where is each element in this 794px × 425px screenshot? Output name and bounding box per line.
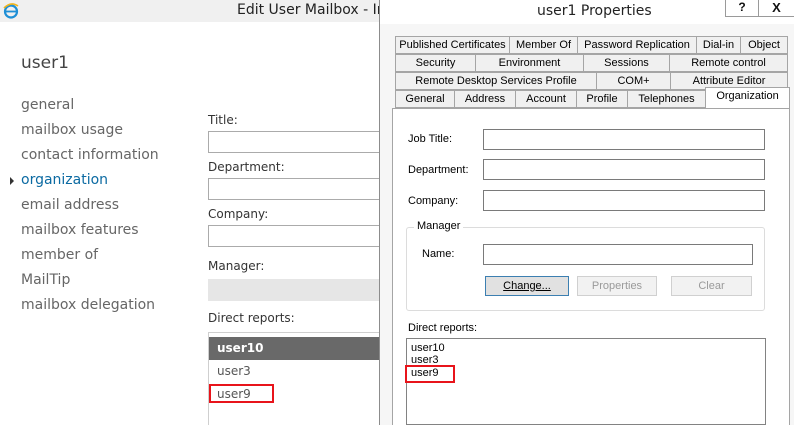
- nav-item-general[interactable]: general: [21, 97, 159, 122]
- manager-group-label: Manager: [414, 220, 464, 232]
- list-item[interactable]: user3: [209, 360, 387, 383]
- job-title-input[interactable]: [483, 129, 765, 150]
- title-label: Title:: [208, 113, 238, 127]
- help-button[interactable]: ?: [725, 0, 759, 17]
- direct-reports-label: Direct reports:: [408, 322, 478, 334]
- nav-item-contact-information[interactable]: contact information: [21, 147, 159, 172]
- title-input[interactable]: [208, 131, 388, 153]
- nav-item-member-of[interactable]: member of: [21, 247, 159, 272]
- tab-profile[interactable]: Profile: [576, 90, 628, 108]
- tab-remote-desktop-services-profile[interactable]: Remote Desktop Services Profile: [395, 72, 597, 90]
- nav-item-label: mailbox features: [21, 222, 139, 238]
- nav-item-label: contact information: [21, 147, 159, 163]
- change-button-label: Change...: [503, 280, 551, 292]
- nav-item-mailtip[interactable]: MailTip: [21, 272, 159, 297]
- department-label: Department:: [208, 160, 285, 174]
- name-label: Name:: [422, 248, 455, 260]
- dialog-title: user1 Properties: [537, 3, 652, 19]
- window-title: Edit User Mailbox - In: [237, 2, 386, 18]
- dialog-title-bar: user1 Properties ? X: [380, 0, 794, 24]
- tab-published-certificates[interactable]: Published Certificates: [395, 36, 510, 54]
- tab-dial-in[interactable]: Dial-in: [696, 36, 741, 54]
- list-item[interactable]: user10: [209, 337, 387, 360]
- tab-member-of[interactable]: Member Of: [509, 36, 578, 54]
- department-label: Department:: [408, 164, 469, 176]
- tab-organization[interactable]: Organization: [705, 87, 790, 108]
- nav-item-mailbox-features[interactable]: mailbox features: [21, 222, 159, 247]
- section-nav: general mailbox usage contact informatio…: [10, 97, 159, 322]
- close-button[interactable]: X: [759, 0, 794, 17]
- nav-item-label: mailbox delegation: [21, 297, 156, 313]
- direct-reports-list: user10 user3 user9: [406, 338, 766, 425]
- manager-field[interactable]: [208, 279, 388, 301]
- user-properties-dialog: user1 Properties ? X Published Certifica…: [379, 0, 794, 425]
- tab-telephones[interactable]: Telephones: [627, 90, 706, 108]
- tab-general[interactable]: General: [395, 90, 455, 108]
- tab-sessions[interactable]: Sessions: [583, 54, 670, 72]
- change-button[interactable]: Change...: [485, 276, 569, 296]
- nav-item-mailbox-usage[interactable]: mailbox usage: [21, 122, 159, 147]
- tab-security[interactable]: Security: [395, 54, 476, 72]
- highlight-box: [209, 384, 274, 403]
- manager-name-input[interactable]: [483, 244, 753, 265]
- tab-object[interactable]: Object: [740, 36, 788, 54]
- department-input[interactable]: [483, 159, 765, 180]
- nav-item-label: organization: [21, 172, 109, 188]
- ie-icon: [3, 3, 19, 19]
- job-title-label: Job Title:: [408, 133, 453, 145]
- tab-com-plus[interactable]: COM+: [596, 72, 671, 90]
- nav-item-label: email address: [21, 197, 120, 213]
- company-label: Company:: [208, 207, 269, 221]
- company-input[interactable]: [208, 225, 388, 247]
- nav-item-label: member of: [21, 247, 99, 263]
- company-input[interactable]: [483, 190, 765, 211]
- nav-item-label: MailTip: [21, 272, 71, 288]
- company-label: Company:: [408, 195, 459, 207]
- manager-label: Manager:: [208, 259, 265, 273]
- department-input[interactable]: [208, 178, 388, 200]
- nav-item-mailbox-delegation[interactable]: mailbox delegation: [21, 297, 159, 322]
- direct-reports-list: user10 user3 user9: [208, 332, 388, 425]
- nav-item-organization[interactable]: organization: [10, 172, 159, 197]
- nav-item-label: general: [21, 97, 75, 113]
- tab-account[interactable]: Account: [515, 90, 577, 108]
- selected-arrow-icon: [10, 177, 14, 185]
- manager-group: [406, 227, 765, 311]
- highlight-box: [405, 365, 455, 383]
- tab-remote-control[interactable]: Remote control: [669, 54, 788, 72]
- properties-button[interactable]: Properties: [577, 276, 657, 296]
- direct-reports-label: Direct reports:: [208, 311, 295, 325]
- nav-item-label: mailbox usage: [21, 122, 123, 138]
- tab-password-replication[interactable]: Password Replication: [577, 36, 697, 54]
- clear-button[interactable]: Clear: [671, 276, 752, 296]
- tab-environment[interactable]: Environment: [475, 54, 584, 72]
- tab-address[interactable]: Address: [454, 90, 516, 108]
- user-heading: user1: [21, 53, 69, 73]
- nav-item-email-address[interactable]: email address: [21, 197, 159, 222]
